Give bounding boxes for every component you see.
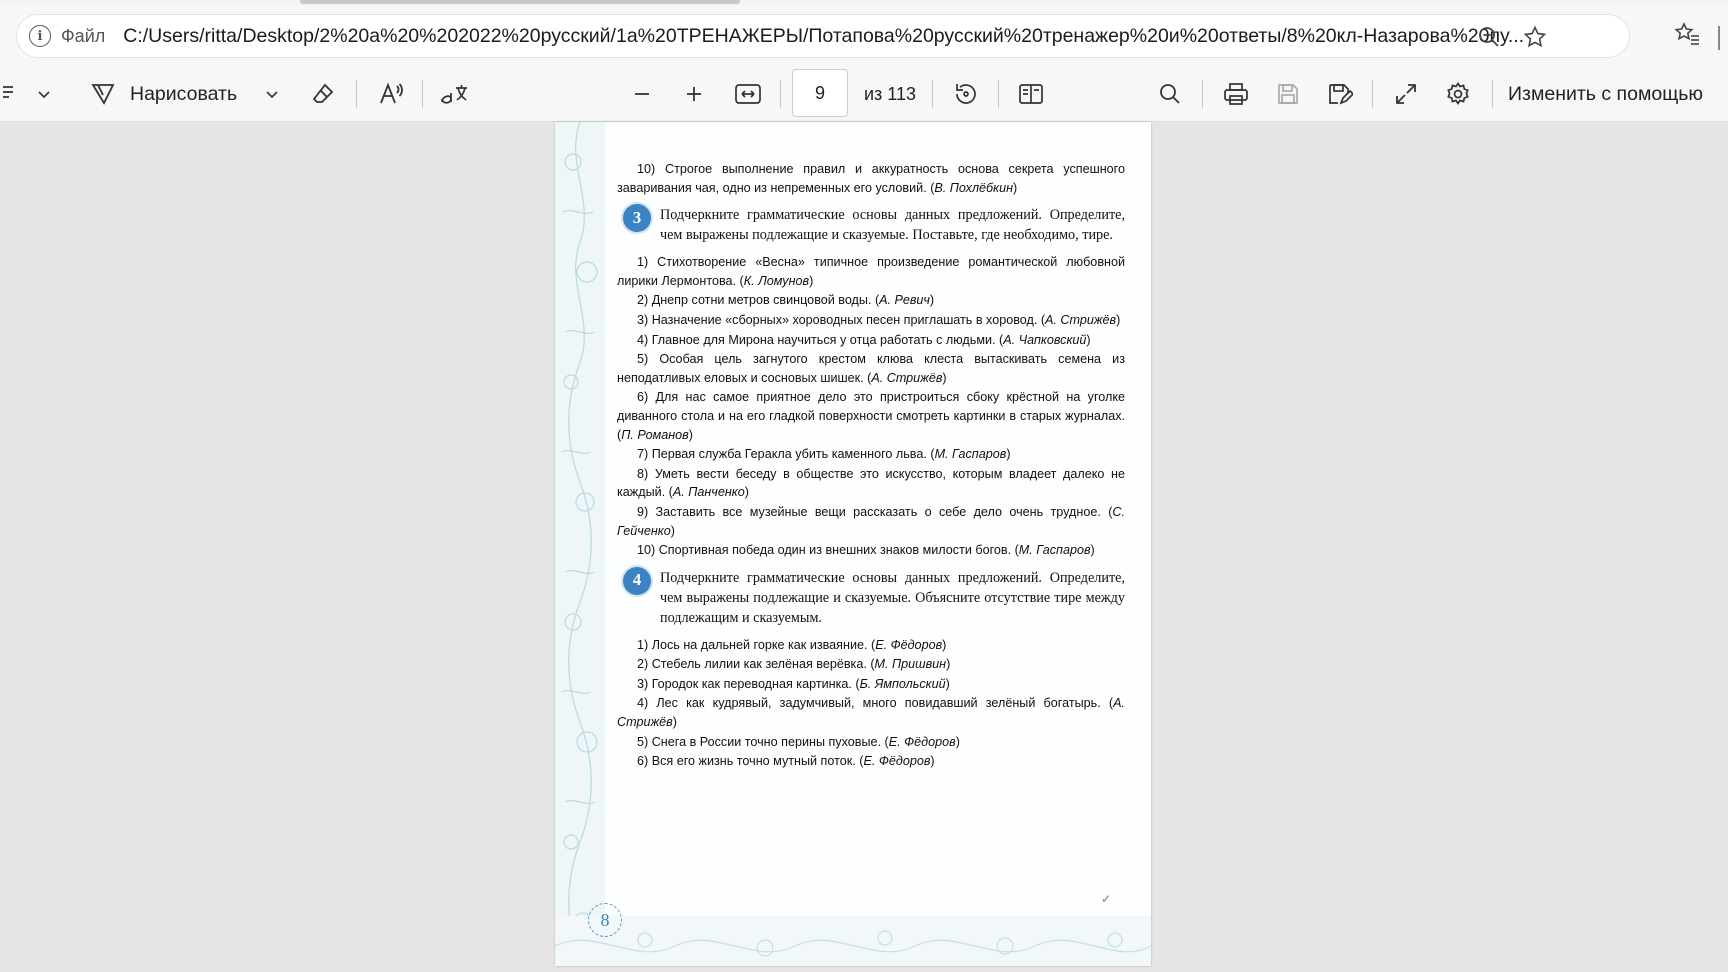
pdf-viewer[interactable]: 10) Строгое выполнение правил и аккуратн…: [0, 122, 1728, 972]
list-item: 8) Уметь вести беседу в обществе это иск…: [617, 466, 1125, 500]
address-bar[interactable]: i Файл C:/Users/ritta/Desktop/2%20a%20%2…: [16, 14, 1630, 58]
list-item: 6) Вся его жизнь точно мутный поток. (Е.…: [637, 754, 935, 769]
task-4: 4 Подчеркните грамматические основы данн…: [623, 566, 1125, 628]
page-content: 10) Строгое выполнение правил и аккуратн…: [617, 160, 1125, 772]
draw-chevron-down-icon[interactable]: [262, 66, 282, 122]
scheme-label: Файл: [61, 25, 106, 46]
plus-icon[interactable]: [680, 66, 708, 122]
print-icon[interactable]: [1220, 66, 1252, 122]
toolbar-separator: [1492, 80, 1493, 108]
info-icon[interactable]: i: [29, 25, 51, 47]
search-icon[interactable]: [1154, 66, 1186, 122]
draw-icon[interactable]: [88, 66, 118, 122]
list-item: 4) Главное для Мирона научиться у отца р…: [637, 332, 1091, 347]
pdf-toolbar: Нарисовать 9 из 113 Изменить с помощью: [0, 66, 1728, 122]
rotate-icon[interactable]: [950, 66, 982, 122]
gear-icon[interactable]: [1442, 66, 1474, 122]
fullscreen-icon[interactable]: [1390, 66, 1422, 122]
save-icon[interactable]: [1272, 66, 1304, 122]
check-mark-icon: ✓: [1101, 892, 1112, 906]
save-as-icon[interactable]: [1324, 66, 1356, 122]
list-item: 10) Спортивная победа один из внешних зн…: [637, 543, 1095, 558]
address-row: i Файл C:/Users/ritta/Desktop/2%20a%20%2…: [0, 6, 1728, 66]
list-item: 4) Лес как кудрявый, задумчивый, много п…: [617, 696, 1125, 730]
list-item: 5) Снега в России точно перины пуховые. …: [637, 734, 960, 749]
list-item: 2) Днепр сотни метров свинцовой воды. (А…: [637, 293, 935, 308]
task-number-badge: 3: [623, 204, 651, 233]
page-number-badge: 8: [588, 903, 622, 937]
text-line: 10) Строгое выполнение правил и аккуратн…: [617, 162, 1125, 195]
list-item: 7) Первая служба Геракла убить каменного…: [637, 447, 1011, 462]
page-view-icon[interactable]: [1014, 66, 1048, 122]
list-item: 3) Назначение «сборных» хороводных песен…: [637, 312, 1121, 327]
toolbar-separator: [998, 80, 999, 108]
pdf-page[interactable]: 10) Строгое выполнение правил и аккуратн…: [555, 122, 1151, 966]
list-item: 6) Для нас самое приятное дело это прист…: [617, 390, 1125, 442]
fit-width-icon[interactable]: [732, 66, 764, 122]
active-tab-edge[interactable]: [300, 0, 740, 4]
task-3: 3 Подчеркните грамматические основы данн…: [623, 204, 1125, 245]
translate-icon[interactable]: [438, 66, 472, 122]
toolbar-separator: [356, 80, 357, 108]
page-number-input[interactable]: 9: [792, 69, 848, 117]
minus-icon[interactable]: [628, 66, 656, 122]
toolbar-separator: [780, 80, 781, 108]
list-item: 1) Лось на дальней горке как изваяние. (…: [637, 637, 947, 652]
toolbar-separator: [422, 80, 423, 108]
chevron-down-icon[interactable]: [34, 66, 54, 122]
page-ornament-left: [555, 122, 605, 966]
task-instruction: Подчеркните грамматические основы данных…: [660, 569, 1125, 626]
zoom-out-icon[interactable]: [1477, 25, 1501, 49]
toolbar-separator: [932, 80, 933, 108]
star-icon[interactable]: [1523, 25, 1547, 49]
list-item: 2) Стебель лилии как зелёная верёвка. (М…: [637, 657, 951, 672]
favorites-icon[interactable]: [1674, 20, 1702, 48]
page-total-label: из 113: [863, 83, 916, 104]
task-number-badge: 4: [623, 566, 651, 595]
list-item: 9) Заставить все музейные вещи рассказат…: [617, 504, 1125, 538]
edit-with-button[interactable]: Изменить с помощью: [1508, 66, 1726, 122]
highlight-icon[interactable]: [0, 66, 22, 122]
edit-with-label: Изменить с помощью: [1508, 82, 1704, 105]
page-ornament-bottom: [555, 916, 1151, 966]
list-item: 5) Особая цель загнутого крестом клюва к…: [617, 352, 1125, 385]
page-total: из 113: [860, 66, 920, 122]
toolbar-separator: [1202, 80, 1203, 108]
eraser-icon[interactable]: [308, 66, 338, 122]
draw-label: Нарисовать: [130, 82, 238, 105]
url-text[interactable]: C:/Users/ritta/Desktop/2%20a%20%202022%2…: [123, 25, 1563, 48]
list-item: 3) Городок как переводная картинка. (Б. …: [637, 676, 950, 691]
task-instruction: Подчеркните грамматические основы данных…: [660, 207, 1125, 244]
draw-button[interactable]: Нарисовать: [130, 66, 250, 122]
toolbar-separator: [1372, 80, 1373, 108]
window-edge: [1718, 26, 1728, 50]
read-aloud-icon[interactable]: [376, 66, 406, 122]
list-item: 1) Стихотворение «Весна» типичное произв…: [617, 255, 1125, 288]
